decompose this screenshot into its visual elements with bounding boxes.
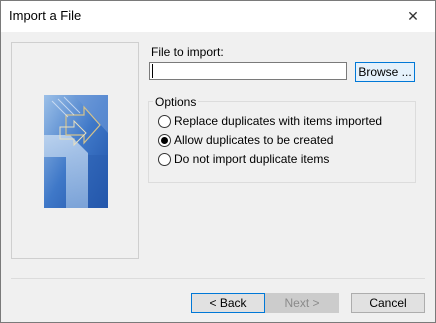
wizard-art-panel bbox=[11, 42, 139, 259]
radio-selected-dot bbox=[161, 136, 168, 144]
options-legend: Options bbox=[153, 95, 199, 109]
footer-divider bbox=[11, 278, 425, 279]
radio-button[interactable] bbox=[158, 152, 171, 166]
title-bar[interactable]: Import a File ✕ bbox=[1, 1, 435, 32]
window-title: Import a File bbox=[9, 8, 82, 23]
radio-button[interactable] bbox=[158, 133, 171, 147]
radio-label: Allow duplicates to be created bbox=[174, 133, 334, 147]
import-wizard-graphic bbox=[44, 95, 108, 208]
radio-allow-duplicates[interactable]: Allow duplicates to be created bbox=[158, 133, 333, 147]
next-button[interactable]: Next > bbox=[265, 293, 339, 313]
browse-button[interactable]: Browse ... bbox=[355, 62, 415, 82]
import-file-dialog: Import a File ✕ File to import: Browse .… bbox=[0, 0, 436, 323]
radio-do-not-import-duplicates[interactable]: Do not import duplicate items bbox=[158, 152, 329, 166]
file-path-input[interactable] bbox=[149, 62, 347, 80]
cancel-button[interactable]: Cancel bbox=[351, 293, 425, 313]
back-button[interactable]: < Back bbox=[191, 293, 265, 313]
file-to-import-label: File to import: bbox=[151, 45, 224, 59]
radio-label: Replace duplicates with items imported bbox=[174, 114, 383, 128]
radio-button[interactable] bbox=[158, 114, 171, 128]
close-icon[interactable]: ✕ bbox=[391, 1, 435, 32]
radio-replace-duplicates[interactable]: Replace duplicates with items imported bbox=[158, 114, 382, 128]
radio-label: Do not import duplicate items bbox=[174, 152, 330, 166]
text-caret bbox=[152, 64, 153, 78]
